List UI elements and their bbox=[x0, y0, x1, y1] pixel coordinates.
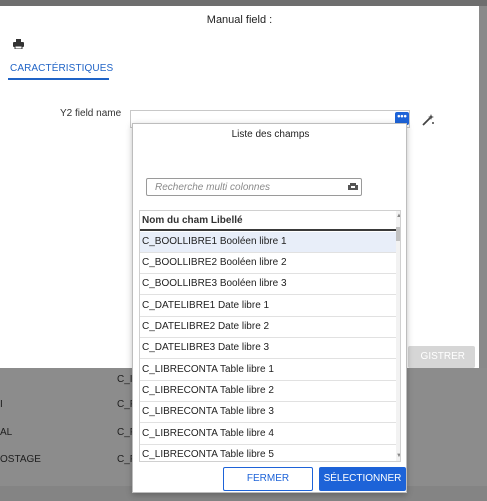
background-cell: OSTAGE bbox=[0, 454, 41, 465]
tab-caracteristiques[interactable]: CARACTÉRISTIQUES bbox=[10, 63, 113, 74]
tab-active-indicator bbox=[8, 78, 109, 80]
table-row[interactable]: C_LIBRECONTA Table libre 2 bbox=[140, 381, 396, 402]
y2-field-name-label: Y2 field name bbox=[60, 108, 122, 119]
printer-icon[interactable] bbox=[13, 39, 24, 49]
scroll-thumb[interactable] bbox=[396, 227, 400, 241]
table-row[interactable]: C_DATELIBRE1 Date libre 1 bbox=[140, 296, 396, 317]
search-input[interactable] bbox=[147, 179, 343, 195]
magic-wand-icon[interactable] bbox=[421, 113, 435, 127]
table-row[interactable]: C_DATELIBRE2 Date libre 2 bbox=[140, 317, 396, 338]
scroll-up-icon[interactable]: ▲ bbox=[396, 213, 400, 219]
table-row[interactable]: C_DATELIBRE3 Date libre 3 bbox=[140, 338, 396, 359]
select-button[interactable]: SÉLECTIONNER bbox=[319, 467, 406, 491]
table-row[interactable]: C_BOOLLIBRE3 Booléen libre 3 bbox=[140, 274, 396, 295]
table-row[interactable]: C_BOOLLIBRE1 Booléen libre 1 bbox=[140, 232, 396, 253]
scroll-down-icon[interactable]: ▼ bbox=[396, 453, 400, 459]
table-scrollbar[interactable]: ▲ ▼ bbox=[396, 211, 400, 461]
table-row[interactable]: C_BOOLLIBRE2 Booléen libre 2 bbox=[140, 253, 396, 274]
multi-column-search[interactable] bbox=[146, 178, 362, 196]
background-cell: I bbox=[0, 399, 3, 410]
background-cell: C_I bbox=[117, 374, 133, 385]
table-row[interactable]: C_LIBRECONTA Table libre 1 bbox=[140, 360, 396, 381]
field-list-popup: Liste des champs Nom du cham Libellé C_B… bbox=[132, 123, 407, 493]
field-list-title: Liste des champs bbox=[231, 129, 310, 140]
search-icon[interactable] bbox=[348, 183, 358, 192]
modal-title: Manual field : bbox=[206, 14, 273, 26]
more-options-icon: ••• bbox=[397, 111, 407, 121]
table-row[interactable]: C_LIBRECONTA Table libre 5 bbox=[140, 445, 396, 461]
table-header[interactable]: Nom du cham Libellé bbox=[140, 211, 396, 231]
field-table: Nom du cham Libellé C_BOOLLIBRE1 Booléen… bbox=[139, 210, 401, 462]
table-row[interactable]: C_LIBRECONTA Table libre 3 bbox=[140, 402, 396, 423]
register-button[interactable]: GISTRER bbox=[408, 346, 475, 368]
table-row[interactable]: C_LIBRECONTA Table libre 4 bbox=[140, 424, 396, 445]
background-cell: AL bbox=[0, 427, 13, 438]
close-button[interactable]: FERMER bbox=[223, 467, 313, 491]
